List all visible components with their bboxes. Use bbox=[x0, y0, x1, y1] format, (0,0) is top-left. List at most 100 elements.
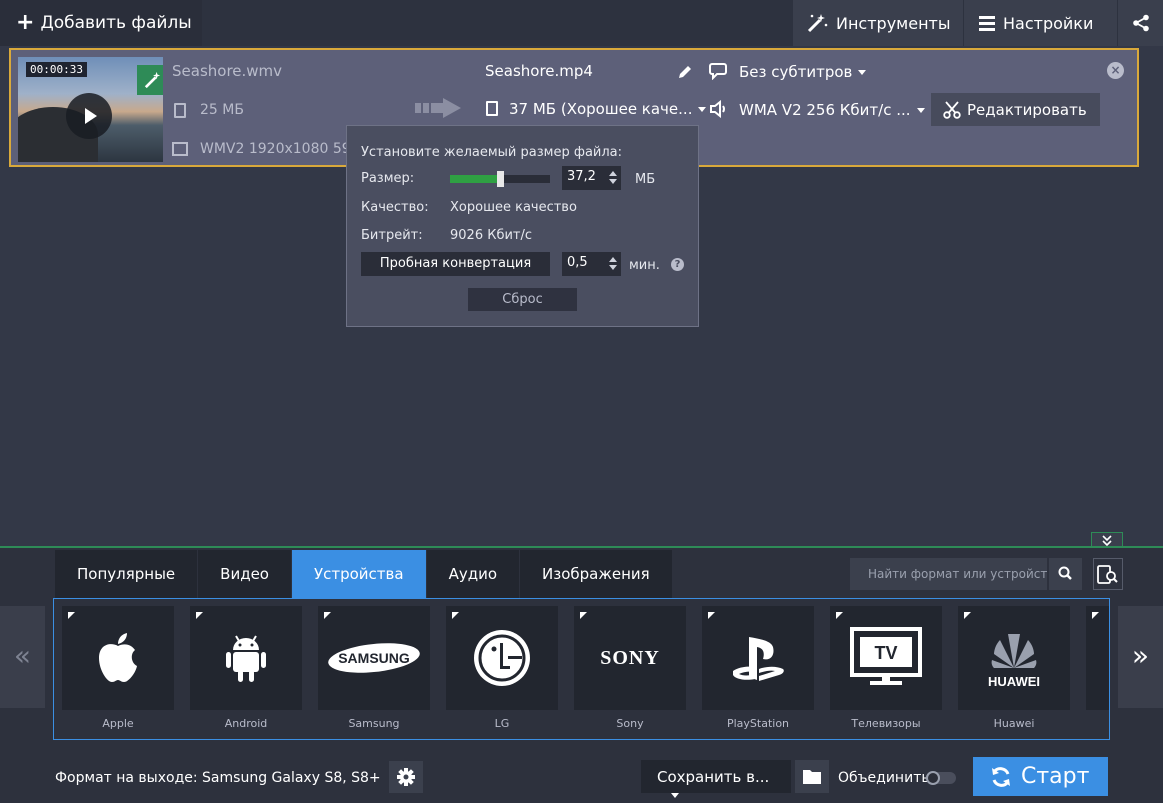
file-size-icon bbox=[174, 103, 186, 118]
scissors-icon bbox=[943, 100, 961, 119]
source-file-size: 25 МБ bbox=[200, 102, 244, 118]
detect-device-button[interactable] bbox=[1093, 558, 1123, 590]
format-tabs: Популярные Видео Устройства Аудио Изобра… bbox=[55, 550, 673, 598]
add-files-label: Добавить файлы bbox=[40, 13, 192, 33]
android-logo-icon bbox=[226, 635, 266, 682]
device-card-tv[interactable]: TV bbox=[830, 606, 942, 710]
trial-duration-stepper[interactable]: 0,5 bbox=[562, 252, 621, 276]
play-icon[interactable] bbox=[66, 93, 112, 139]
audio-track-dropdown[interactable]: WMA V2 256 Кбит/с ... bbox=[739, 101, 925, 119]
rename-pencil-icon[interactable] bbox=[677, 64, 693, 80]
merge-toggle[interactable] bbox=[926, 771, 956, 785]
open-folder-button[interactable] bbox=[795, 760, 829, 793]
device-card-playstation[interactable] bbox=[702, 606, 814, 710]
share-button[interactable] bbox=[1118, 0, 1163, 46]
device-label-android: Android bbox=[224, 717, 268, 730]
tab-devices[interactable]: Устройства bbox=[291, 550, 426, 598]
magic-wand-icon bbox=[807, 14, 828, 33]
size-slider-handle[interactable] bbox=[497, 171, 504, 187]
output-size-value: 37 МБ (Хорошее каче... bbox=[509, 100, 693, 118]
chevron-down-icon bbox=[916, 108, 925, 113]
file-size-popup: Установите желаемый размер файла: Размер… bbox=[346, 125, 699, 327]
plus-icon: + bbox=[16, 10, 35, 35]
device-card-lg[interactable] bbox=[446, 606, 558, 710]
trial-duration-unit: мин. bbox=[629, 258, 660, 273]
add-files-button[interactable]: + Добавить файлы bbox=[0, 0, 202, 46]
edit-label: Редактировать bbox=[967, 100, 1087, 119]
search-input[interactable]: Найти формат или устройство... bbox=[850, 558, 1047, 590]
samsung-logo-icon: SAMSUNG bbox=[328, 643, 420, 673]
toggle-knob bbox=[926, 771, 940, 785]
size-stepper-value: 37,2 bbox=[567, 169, 596, 184]
device-label-apple: Apple bbox=[102, 717, 134, 730]
huawei-logo-icon: HUAWEI bbox=[988, 634, 1040, 689]
stepper-arrows-icon[interactable] bbox=[609, 254, 618, 273]
popup-heading: Установите желаемый размер файла: bbox=[361, 145, 623, 160]
output-size-dropdown[interactable]: 37 МБ (Хорошее каче... bbox=[509, 100, 707, 118]
device-card-samsung[interactable]: SAMSUNG bbox=[318, 606, 430, 710]
scroll-right-button[interactable]: » bbox=[1118, 606, 1163, 708]
save-to-dropdown[interactable]: Сохранить в... bbox=[641, 760, 791, 798]
audio-track-value: WMA V2 256 Кбит/с ... bbox=[739, 101, 911, 119]
device-card-sony[interactable]: SONY bbox=[574, 606, 686, 710]
format-settings-button[interactable] bbox=[389, 761, 423, 793]
tab-audio[interactable]: Аудио bbox=[426, 550, 520, 598]
close-icon[interactable]: × bbox=[1107, 62, 1124, 79]
tab-images[interactable]: Изображения bbox=[520, 550, 672, 598]
svg-text:TV: TV bbox=[874, 643, 897, 663]
share-icon bbox=[1132, 14, 1149, 32]
tools-button[interactable]: Инструменты bbox=[793, 0, 963, 46]
size-stepper[interactable]: 37,2 bbox=[562, 166, 621, 190]
subtitles-dropdown[interactable]: Без субтитров bbox=[739, 63, 867, 81]
size-label: Размер: bbox=[361, 171, 415, 186]
start-button[interactable]: Старт bbox=[973, 757, 1108, 796]
output-file-name: Seashore.mp4 bbox=[485, 62, 593, 80]
device-label-lg: LG bbox=[494, 717, 510, 730]
bitrate-label: Битрейт: bbox=[361, 228, 423, 243]
lg-logo-icon bbox=[474, 630, 530, 686]
start-label: Старт bbox=[1021, 764, 1090, 789]
chevron-down-icon bbox=[698, 107, 707, 112]
refresh-icon bbox=[992, 766, 1010, 787]
settings-button[interactable]: Настройки bbox=[964, 0, 1117, 46]
top-toolbar: + Добавить файлы Инструменты Настройки bbox=[0, 0, 1163, 46]
enhance-badge-icon[interactable] bbox=[137, 65, 163, 95]
chevron-down-icon bbox=[858, 70, 867, 75]
menu-icon bbox=[979, 13, 995, 34]
size-slider-fill bbox=[450, 175, 500, 183]
edit-button[interactable]: Редактировать bbox=[931, 93, 1100, 126]
merge-label: Объединить bbox=[838, 770, 930, 786]
source-file-name: Seashore.wmv bbox=[172, 62, 283, 80]
device-card-partial[interactable] bbox=[1086, 606, 1109, 710]
size-unit: МБ bbox=[635, 172, 656, 187]
device-card-huawei[interactable]: HUAWEI bbox=[958, 606, 1070, 710]
tab-video[interactable]: Видео bbox=[198, 550, 291, 598]
device-label-samsung: Samsung bbox=[348, 717, 400, 730]
folder-icon bbox=[803, 770, 821, 784]
format-panel: Популярные Видео Устройства Аудио Изобра… bbox=[0, 546, 1163, 803]
reset-button[interactable]: Сброс bbox=[468, 288, 577, 311]
gear-icon bbox=[397, 768, 415, 786]
device-card-apple[interactable] bbox=[62, 606, 174, 710]
scroll-left-button[interactable]: « bbox=[0, 606, 45, 708]
tab-popular[interactable]: Популярные bbox=[55, 550, 198, 598]
help-icon[interactable]: ? bbox=[671, 258, 684, 271]
quality-label: Качество: bbox=[361, 200, 429, 215]
tv-icon: TV bbox=[850, 627, 922, 685]
trial-conversion-button[interactable]: Пробная конвертация bbox=[361, 252, 550, 276]
size-slider[interactable] bbox=[450, 171, 550, 187]
output-size-icon bbox=[486, 101, 498, 116]
trial-duration-value: 0,5 bbox=[567, 255, 588, 270]
playstation-logo-icon bbox=[733, 637, 784, 681]
video-codec-icon bbox=[172, 142, 188, 156]
search-icon bbox=[1058, 566, 1072, 580]
quality-value: Хорошее качество bbox=[450, 200, 577, 215]
stepper-arrows-icon[interactable] bbox=[609, 168, 618, 187]
device-label-tv: Телевизоры bbox=[851, 717, 921, 730]
chevron-down-icon bbox=[671, 793, 679, 798]
bitrate-value: 9026 Кбит/с bbox=[450, 228, 533, 243]
video-thumbnail[interactable]: 00:00:33 bbox=[18, 57, 163, 162]
device-label-sony: Sony bbox=[616, 717, 644, 730]
search-button[interactable] bbox=[1049, 558, 1082, 590]
device-card-android[interactable] bbox=[190, 606, 302, 710]
